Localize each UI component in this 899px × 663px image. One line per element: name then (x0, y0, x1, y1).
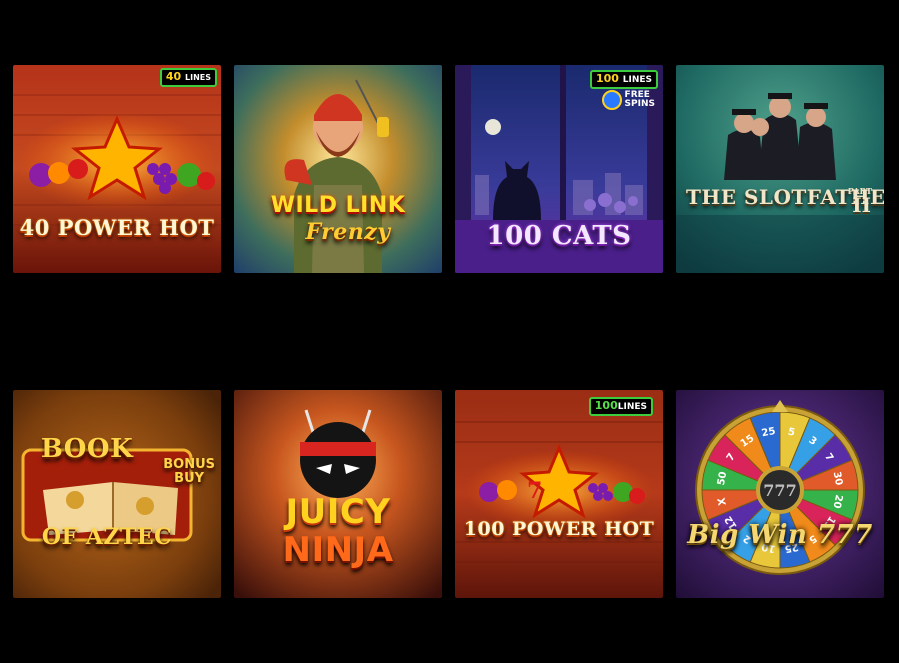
badge-word: LINES (622, 75, 652, 85)
game-thumbnail (13, 390, 221, 598)
game-tile-100-power-hot[interactable]: 7 100LINES 100 POWER HOT (455, 390, 663, 598)
svg-text:777: 777 (763, 481, 796, 500)
lines-badge: 100LINES (588, 397, 653, 416)
game-title: BOOK (40, 434, 134, 464)
free-spins-text: FREE SPINS (625, 91, 655, 109)
bonus-line2: BUY (174, 471, 205, 486)
game-title: 40 POWER HOT (19, 215, 215, 240)
game-tile-wild-link-frenzy[interactable]: WILD LINK Frenzy (234, 65, 442, 273)
game-thumbnail (676, 65, 884, 273)
bonus-buy-label: BONUS BUY (163, 458, 215, 486)
badge-number: 100 (594, 399, 618, 412)
game-tile-book-of-aztec[interactable]: BOOK BONUS BUY OF AZTEC (13, 390, 221, 598)
game-subtitle: Frenzy (305, 219, 391, 245)
badge-word: LINES (617, 402, 647, 412)
bonus-line1: BONUS (163, 457, 215, 472)
lines-badge: 100 LINES (589, 70, 658, 89)
game-subtitle: NINJA (282, 530, 394, 570)
game-title: JUICY (285, 492, 391, 532)
free-spins-icon (601, 90, 622, 110)
badge-number: 40 (165, 70, 182, 83)
game-title: Big Win 777 (687, 520, 873, 550)
badge-number: 100 (595, 72, 619, 85)
free-spins-line2: SPINS (624, 99, 655, 109)
game-thumbnail: 7 (455, 390, 663, 598)
game-title: 100 POWER HOT (463, 518, 655, 540)
game-thumbnail: 53730201552510212X5071525 777 (676, 390, 884, 598)
game-tile-100-cats[interactable]: 100 LINES FREE SPINS 100 CATS (455, 65, 663, 273)
game-title-number: II (852, 193, 871, 217)
game-tile-big-win-777[interactable]: 5 3 7 30 20 15 5 25 10 2 12 X 50 7 15 25 777 Big Win 77… (676, 390, 884, 598)
game-subtitle: OF AZTEC (41, 524, 173, 550)
game-tile-40-power-hot[interactable]: 40 LINES 40 POWER HOT (13, 65, 221, 273)
game-tile-slotfather-2[interactable]: THE SLOTFATHER PART II (676, 65, 884, 273)
game-title: THE SLOTFATHER (686, 185, 884, 209)
game-grid: 40 LINES 40 POWER HOT WILD LINK Frenzy 1… (13, 65, 884, 598)
badge-word: LINES (185, 73, 211, 82)
game-title: 100 CATS (486, 221, 632, 251)
lines-badge: 40 LINES (159, 68, 217, 87)
game-tile-juicy-ninja[interactable]: JUICY NINJA (234, 390, 442, 598)
game-title: WILD LINK (270, 193, 406, 218)
free-spins-badge: FREE SPINS (601, 90, 655, 110)
svg-text:7: 7 (527, 478, 542, 504)
game-thumbnail (13, 65, 221, 273)
